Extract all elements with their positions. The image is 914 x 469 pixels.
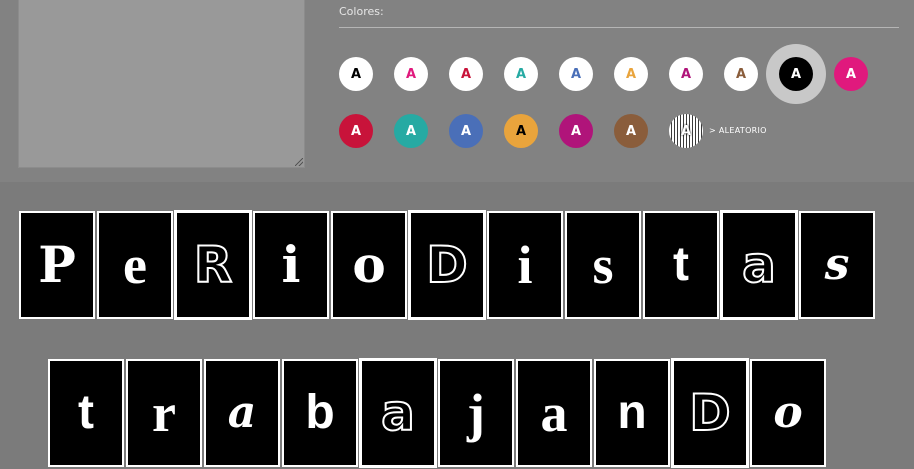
color-swatch[interactable]: A: [834, 57, 868, 91]
letter-tile[interactable]: a: [516, 359, 592, 467]
letter-glyph: D: [425, 236, 468, 294]
letter-glyph: o: [773, 387, 803, 438]
letter-glyph: r: [152, 383, 176, 443]
color-swatch[interactable]: A: [394, 114, 428, 148]
options-panel: Colores: AAAAAAAAAAAAAAAAA > ALEATORIO: [0, 0, 914, 182]
color-swatch[interactable]: A: [339, 114, 373, 148]
text-input-area[interactable]: [18, 0, 305, 168]
color-swatch[interactable]: A: [339, 57, 373, 91]
letter-glyph: a: [540, 383, 568, 443]
color-swatch[interactable]: A: [614, 114, 648, 148]
color-swatch[interactable]: A: [449, 57, 483, 91]
letter-glyph: a: [380, 384, 416, 442]
letter-glyph: i: [517, 235, 533, 295]
letter-tile[interactable]: a: [720, 210, 798, 320]
letter-glyph: j: [467, 383, 485, 443]
letter-tile[interactable]: i: [487, 211, 563, 319]
resize-handle-icon[interactable]: [295, 158, 303, 166]
color-swatch[interactable]: A: [504, 114, 538, 148]
letter-glyph: a: [741, 236, 777, 294]
letter-glyph: s: [592, 235, 614, 295]
letter-tile[interactable]: o: [750, 359, 826, 467]
letter-tile[interactable]: o: [331, 211, 407, 319]
letter-tile[interactable]: a: [359, 358, 437, 468]
letter-tile[interactable]: i: [253, 211, 329, 319]
letter-tile[interactable]: s: [799, 211, 875, 319]
letter-glyph: P: [38, 235, 76, 294]
letter-glyph: o: [352, 235, 386, 294]
color-swatch[interactable]: A: [559, 57, 593, 91]
letter-tile[interactable]: r: [126, 359, 202, 467]
letter-glyph: i: [281, 235, 301, 294]
letter-glyph: b: [305, 386, 335, 439]
letter-glyph: t: [78, 386, 94, 439]
color-swatch[interactable]: A: [669, 57, 703, 91]
color-swatch[interactable]: A: [559, 114, 593, 148]
letter-tile[interactable]: b: [282, 359, 358, 467]
letter-glyph: s: [824, 239, 850, 290]
letter-glyph: D: [688, 384, 731, 442]
letter-tile[interactable]: a: [204, 359, 280, 467]
letter-tile[interactable]: s: [565, 211, 641, 319]
letter-glyph: a: [227, 387, 257, 438]
letter-tile[interactable]: e: [97, 211, 173, 319]
random-color-swatch[interactable]: A: [669, 114, 703, 148]
letter-tile[interactable]: n: [594, 359, 670, 467]
letter-tile[interactable]: D: [408, 210, 486, 320]
letter-tile[interactable]: D: [671, 358, 749, 468]
letter-tile[interactable]: P: [19, 211, 95, 319]
random-label[interactable]: > ALEATORIO: [709, 126, 767, 135]
letter-tile[interactable]: t: [48, 359, 124, 467]
letter-glyph: t: [673, 238, 689, 291]
letter-tile[interactable]: R: [174, 210, 252, 320]
colors-label: Colores:: [339, 5, 384, 18]
color-swatch[interactable]: A: [724, 57, 758, 91]
letter-glyph: R: [193, 236, 233, 294]
letter-tile[interactable]: t: [643, 211, 719, 319]
letter-tile[interactable]: j: [438, 359, 514, 467]
color-swatch[interactable]: A: [614, 57, 648, 91]
colors-divider: [339, 27, 899, 28]
letter-glyph: e: [123, 235, 147, 295]
color-swatch[interactable]: A: [449, 114, 483, 148]
letter-glyph: n: [617, 386, 647, 439]
color-swatch[interactable]: A: [779, 57, 813, 91]
color-swatch[interactable]: A: [394, 57, 428, 91]
color-swatch[interactable]: A: [504, 57, 538, 91]
